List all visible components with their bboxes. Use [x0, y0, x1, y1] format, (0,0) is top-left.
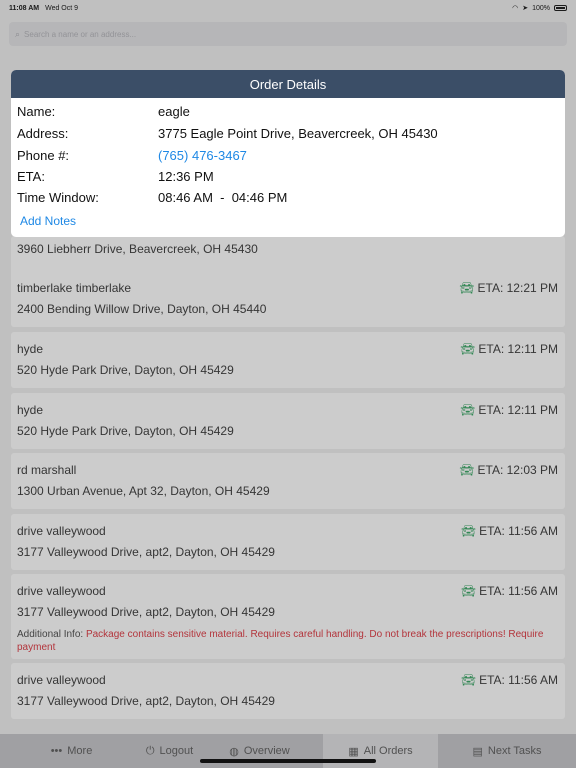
- add-notes-link[interactable]: Add Notes: [20, 214, 76, 228]
- phone-link[interactable]: (765) 476-3467: [158, 148, 247, 163]
- detail-label: Name:: [17, 104, 56, 119]
- order-details-modal: Order Details Name: eagle Address: 3775 …: [11, 70, 565, 237]
- detail-value-time-window: 08:46 AM - 04:46 PM: [158, 190, 288, 205]
- detail-label: ETA:: [17, 169, 45, 184]
- detail-value-eta: 12:36 PM: [158, 169, 214, 184]
- detail-label: Phone #:: [17, 148, 70, 163]
- home-indicator[interactable]: [200, 759, 376, 763]
- detail-label: Address:: [17, 126, 69, 141]
- modal-title: Order Details: [11, 70, 565, 98]
- detail-value-name: eagle: [158, 104, 190, 119]
- detail-value-address: 3775 Eagle Point Drive, Beavercreek, OH …: [158, 126, 438, 141]
- detail-label: Time Window:: [17, 190, 99, 205]
